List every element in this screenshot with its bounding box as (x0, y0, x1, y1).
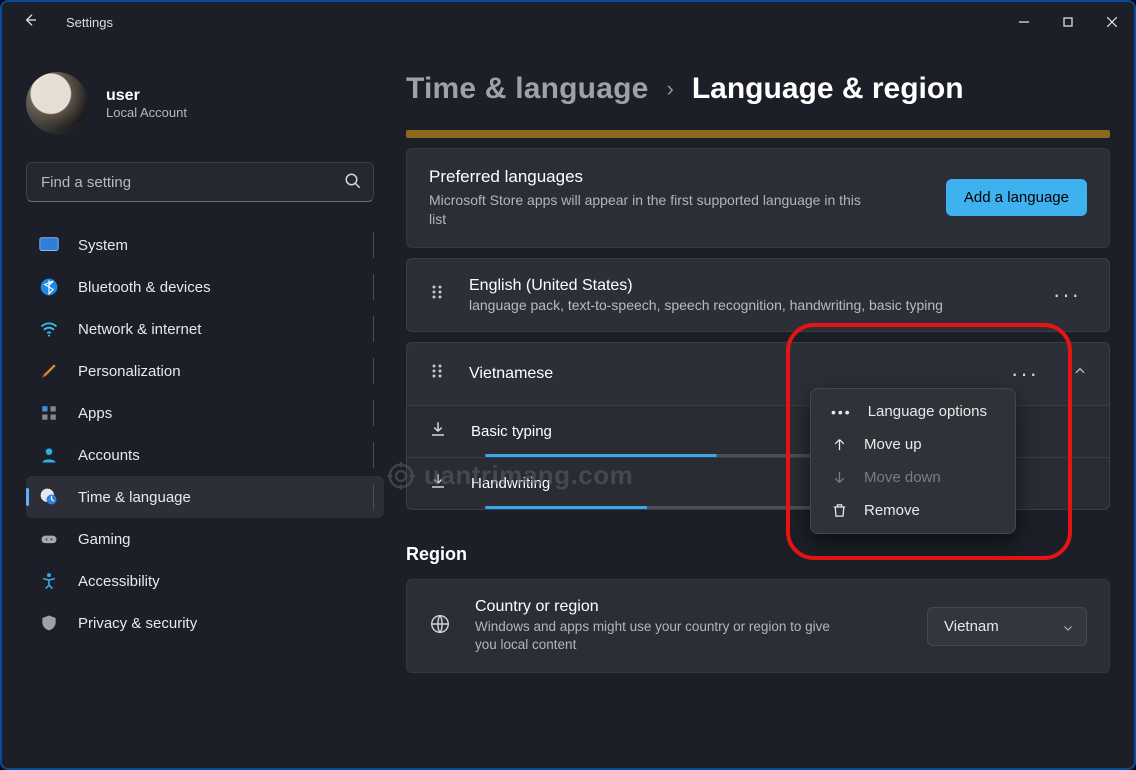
language-detail: language pack, text-to-speech, speech re… (469, 297, 943, 313)
language-name: English (United States) (469, 277, 943, 295)
sidebar-item-label: Accessibility (78, 573, 160, 590)
search-input[interactable] (26, 162, 374, 202)
menu-move-up[interactable]: Move up (817, 428, 1009, 461)
sidebar-item-apps[interactable]: Apps (26, 392, 384, 434)
nav: System Bluetooth & devices Network & int… (26, 224, 384, 644)
region-heading: Region (406, 544, 1110, 565)
titlebar: Settings (2, 2, 1134, 42)
main: Time & language › Language & region Pref… (372, 42, 1134, 768)
sidebar-item-privacy[interactable]: Privacy & security (26, 602, 384, 644)
preferred-languages-subtitle: Microsoft Store apps will appear in the … (429, 191, 869, 229)
download-label: Basic typing (471, 423, 552, 440)
country-title: Country or region (475, 598, 845, 616)
breadcrumb-parent[interactable]: Time & language (406, 72, 649, 106)
sidebar-item-bluetooth[interactable]: Bluetooth & devices (26, 266, 384, 308)
country-value: Vietnam (944, 618, 999, 635)
sidebar-item-system[interactable]: System (26, 224, 384, 266)
sidebar-item-label: Accounts (78, 447, 140, 464)
language-row-english[interactable]: English (United States) language pack, t… (406, 258, 1110, 332)
chevron-up-icon[interactable] (1073, 364, 1087, 383)
sidebar-item-label: Privacy & security (78, 615, 197, 632)
language-context-menu: ••• Language options Move up Move down R… (810, 388, 1016, 534)
user-account-type: Local Account (106, 105, 187, 120)
menu-language-options[interactable]: ••• Language options (817, 395, 1009, 428)
more-options-button[interactable]: ··· (1047, 282, 1087, 308)
more-options-button[interactable]: ··· (1005, 361, 1045, 387)
chevron-right-icon: › (667, 76, 674, 102)
sidebar-item-accounts[interactable]: Accounts (26, 434, 384, 476)
avatar (26, 72, 88, 134)
sidebar-item-accessibility[interactable]: Accessibility (26, 560, 384, 602)
sidebar-item-label: Personalization (78, 363, 181, 380)
sidebar-item-label: System (78, 237, 128, 254)
bluetooth-icon (38, 276, 60, 298)
more-icon: ••• (831, 405, 852, 419)
sidebar-item-label: Time & language (78, 489, 191, 506)
download-icon (429, 472, 447, 495)
menu-move-down: Move down (817, 461, 1009, 494)
person-icon (38, 444, 60, 466)
accessibility-icon (38, 570, 60, 592)
country-region-row[interactable]: Country or region Windows and apps might… (406, 579, 1110, 673)
clock-globe-icon (38, 486, 60, 508)
display-icon (38, 234, 60, 256)
gamepad-icon (38, 528, 60, 550)
drag-handle-icon[interactable] (429, 363, 445, 384)
menu-remove[interactable]: Remove (817, 494, 1009, 527)
minimize-button[interactable] (1002, 7, 1046, 37)
preferred-languages-header: Preferred languages Microsoft Store apps… (407, 149, 1109, 247)
sidebar: user Local Account System Bluetooth (2, 42, 372, 768)
download-icon (429, 420, 447, 443)
breadcrumb: Time & language › Language & region (406, 72, 1110, 106)
apps-icon (38, 402, 60, 424)
close-button[interactable] (1090, 7, 1134, 37)
paintbrush-icon (38, 360, 60, 382)
add-language-button[interactable]: Add a language (946, 179, 1087, 216)
globe-icon (429, 613, 451, 640)
search-icon (344, 172, 362, 195)
sidebar-item-label: Network & internet (78, 321, 201, 338)
sidebar-item-label: Bluetooth & devices (78, 279, 211, 296)
back-icon[interactable] (22, 12, 38, 33)
sidebar-item-personalization[interactable]: Personalization (26, 350, 384, 392)
page-title: Language & region (692, 72, 964, 106)
maximize-button[interactable] (1046, 7, 1090, 37)
country-select[interactable]: Vietnam (927, 607, 1087, 646)
drag-handle-icon[interactable] (429, 284, 445, 305)
warning-bar-fragment (406, 130, 1110, 138)
wifi-icon (38, 318, 60, 340)
download-label: Handwriting (471, 475, 550, 492)
language-name: Vietnamese (469, 365, 553, 383)
preferred-languages-title: Preferred languages (429, 167, 869, 187)
user-name: user (106, 87, 187, 105)
sidebar-item-label: Gaming (78, 531, 131, 548)
profile[interactable]: user Local Account (26, 72, 372, 134)
sidebar-item-time-language[interactable]: Time & language (26, 476, 384, 518)
sidebar-item-label: Apps (78, 405, 112, 422)
window-title: Settings (66, 15, 113, 30)
country-subtitle: Windows and apps might use your country … (475, 618, 845, 654)
chevron-down-icon (1062, 621, 1074, 638)
sidebar-item-gaming[interactable]: Gaming (26, 518, 384, 560)
shield-icon (38, 612, 60, 634)
sidebar-item-network[interactable]: Network & internet (26, 308, 384, 350)
